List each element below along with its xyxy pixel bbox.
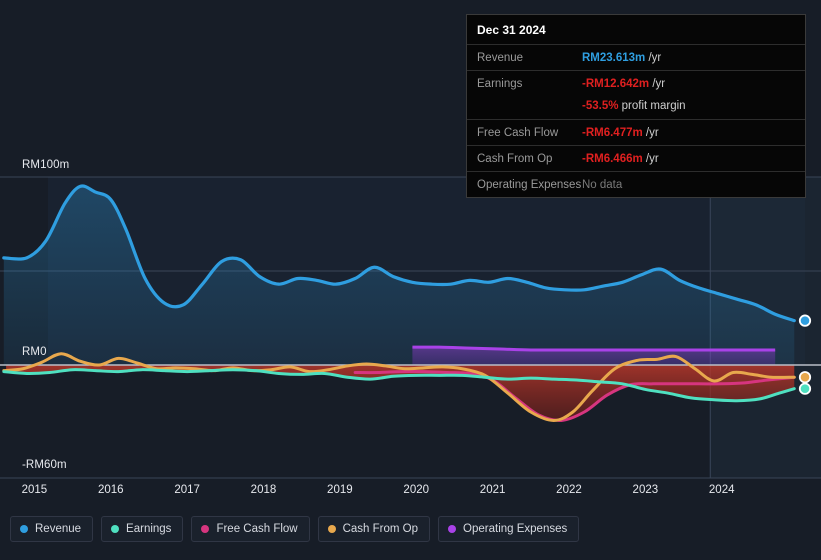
tooltip-no-data: No data [582, 178, 623, 191]
tooltip-row-label: Cash From Op [477, 152, 553, 165]
tooltip-amount: -RM6.477m [582, 126, 643, 139]
tooltip-row: Revenue RM23.613m /yr [467, 44, 805, 70]
tooltip-row: Earnings -RM12.642m /yr [467, 70, 805, 96]
chart-tooltip: Dec 31 2024 Revenue RM23.613m /yr Earnings… [466, 14, 806, 198]
tooltip-date: Dec 31 2024 [477, 23, 546, 37]
endpoint-marker-revenue[interactable] [798, 314, 812, 327]
tooltip-amount: -RM6.466m [582, 152, 643, 165]
tooltip-row-value: -RM6.466m /yr [582, 153, 659, 165]
tooltip-unit: /yr [642, 152, 659, 165]
tooltip-row-value: No data [582, 179, 622, 191]
tooltip-amount: RM23.613m [582, 51, 646, 64]
x-axis-tick-2018: 2018 [250, 484, 277, 496]
tooltip-row-value: -RM12.642m /yr [582, 78, 665, 90]
tooltip-amount: -53.5% [582, 99, 619, 112]
legend-item-cash-from-op[interactable]: Cash From Op [317, 516, 431, 542]
tooltip-row-label: Earnings [477, 77, 523, 90]
legend-label: Cash From Op [342, 523, 419, 535]
legend-item-earnings[interactable]: Earnings [101, 516, 184, 542]
legend-label: Revenue [35, 523, 82, 535]
x-axis-tick-2021: 2021 [479, 484, 506, 496]
chart-legend: Revenue Earnings Free Cash Flow Cash From O… [10, 516, 580, 542]
tooltip-unit: /yr [642, 126, 659, 139]
tooltip-row-label: Revenue [477, 51, 524, 64]
x-axis-tick-2023: 2023 [632, 484, 659, 496]
endpoint-marker-cash-from-op[interactable] [798, 371, 812, 384]
y-axis-label-bottom: -RM60m [22, 459, 67, 471]
negative-region-fill [6, 365, 795, 421]
x-axis-tick-2017: 2017 [174, 484, 200, 496]
legend-item-free-cash-flow[interactable]: Free Cash Flow [191, 516, 310, 542]
legend-label: Earnings [126, 523, 172, 535]
x-axis-tick-2019: 2019 [327, 484, 353, 496]
tooltip-row: Free Cash Flow -RM6.477m /yr [467, 119, 805, 145]
financial-chart-page: RM100m RM0 -RM60m 2015 2016 2017 2018 2019 20… [0, 0, 821, 560]
tooltip-row-value: -53.5% profit margin [582, 100, 686, 112]
legend-item-revenue[interactable]: Revenue [10, 516, 94, 542]
legend-color-dot [201, 525, 210, 533]
tooltip-row-label: Operating Expenses [477, 178, 582, 191]
legend-item-operating-expenses[interactable]: Operating Expenses [438, 516, 580, 542]
tooltip-unit: profit margin [618, 99, 686, 112]
tooltip-row-value: RM23.613m /yr [582, 52, 661, 64]
x-axis-tick-2016: 2016 [97, 484, 124, 496]
tooltip-row-container: Revenue RM23.613m /yr Earnings -RM12.642m /… [467, 44, 805, 197]
x-axis-tick-2015: 2015 [21, 484, 48, 496]
legend-color-dot [327, 525, 336, 533]
legend-color-dot [20, 525, 28, 533]
tooltip-row-value: -RM6.477m /yr [582, 127, 659, 139]
tooltip-row: Cash From Op -RM6.466m /yr [467, 145, 805, 171]
x-axis-tick-2022: 2022 [556, 484, 582, 496]
tooltip-row: Operating Expenses No data [467, 171, 805, 197]
endpoint-marker-earnings[interactable] [798, 382, 812, 395]
x-axis-tick-2020: 2020 [403, 484, 430, 496]
tooltip-row-label: Free Cash Flow [477, 126, 559, 139]
x-axis-tick-2024: 2024 [708, 484, 735, 496]
y-axis-label-top: RM100m [22, 159, 70, 171]
legend-color-dot [448, 525, 457, 533]
y-axis-label-zero: RM0 [22, 346, 47, 358]
legend-label: Operating Expenses [463, 523, 568, 535]
tooltip-unit: /yr [645, 51, 662, 64]
legend-color-dot [111, 525, 120, 533]
tooltip-amount: -RM12.642m [582, 77, 650, 90]
legend-label: Free Cash Flow [216, 523, 298, 535]
tooltip-unit: /yr [649, 77, 666, 90]
tooltip-row: -53.5% profit margin [467, 96, 805, 119]
